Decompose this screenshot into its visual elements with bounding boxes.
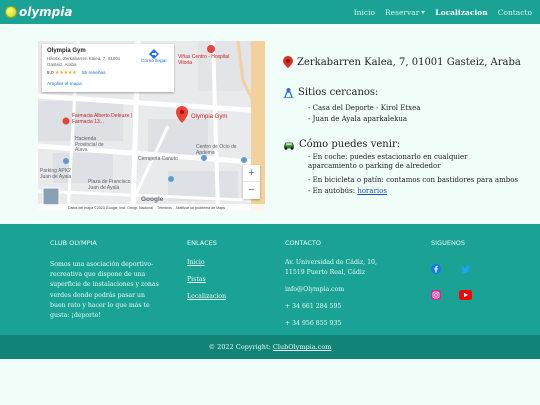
address-text: Zerkabarren Kalea, 7, 01001 Gasteiz, Ara… — [297, 56, 521, 68]
map-directions-label: Cómo llegar — [141, 59, 167, 64]
footer-social: SIGUENOS — [431, 239, 511, 319]
caret-down-icon — [421, 11, 426, 14]
map-terms-link[interactable]: Términos — [157, 206, 172, 210]
nearby-title: Sitios cercanos: — [298, 87, 379, 98]
footer-links: ENLACES Inicio Pistas Localizacion — [187, 239, 267, 329]
map-place-name: Olympia Gym — [47, 48, 86, 54]
copyright-text: © 2022 Copyright: — [208, 343, 271, 351]
map-place-address: Hiketxi, Zerkabarren Kalea, 7, 01001 Gas… — [47, 56, 121, 67]
how-bus-prefix: - En autobús: — [308, 187, 356, 195]
bus-schedule-link[interactable]: horarios — [357, 187, 387, 195]
map-label-villas: Viñas Centro - Hospital Vitoria — [178, 54, 230, 66]
instagram-icon[interactable] — [431, 290, 441, 300]
nav-link-localizacion[interactable]: Localizacion — [435, 8, 487, 17]
how-heading: Cómo puedes venir: — [283, 139, 400, 150]
map-label-pharmacy: Farmacia Alberto Deleuze | Farmacia 13..… — [72, 113, 133, 125]
nav-dropdown-reservar[interactable]: Reservar — [385, 7, 426, 17]
footer-contact-phone[interactable]: + 34 661 284 595 — [285, 303, 341, 310]
how-bus-text: - En autobús: horarios — [308, 187, 387, 196]
google-logo: Google — [141, 196, 164, 203]
map-zoom-controls: + − — [243, 165, 260, 199]
nav-link-contacto[interactable]: Contacto — [498, 8, 532, 17]
nearby-heading: Sitios cercanos: — [283, 87, 378, 98]
youtube-icon[interactable] — [459, 290, 472, 300]
footer-follow-title: SIGUENOS — [431, 239, 466, 247]
map-attribution: Datos del mapa ©2023 Google, Inst. Geogr… — [38, 204, 265, 211]
site-footer: CLUB OLYMPIA Somos una asociación deport… — [0, 224, 540, 335]
nearby-item: - Juan de Ayala aparkalekua — [308, 115, 408, 123]
footer-contact: CONTACTO Av. Universidad de Cádiz, 10, 1… — [285, 239, 395, 334]
copyright-bar: © 2022 Copyright: ClubOlympia.com — [0, 335, 540, 359]
copyright-link[interactable]: ClubOlympia.com — [273, 343, 332, 351]
map-reviews-link[interactable]: 55 reseñas — [82, 71, 106, 76]
car-icon — [284, 142, 294, 150]
map-label-plaza: Plaza de Francisco Juan de Ayala — [88, 179, 131, 191]
facebook-icon[interactable] — [431, 264, 441, 274]
footer-contact-title: CONTACTO — [285, 239, 321, 247]
map-label-ocio: Centro de Ocio de Apdema — [196, 144, 237, 156]
address-row: Zerkabarren Kalea, 7, 01001 Gasteiz, Ara… — [283, 56, 521, 68]
brand-logo[interactable]: olympia — [5, 4, 72, 20]
footer-about: CLUB OLYMPIA Somos una asociación deport… — [50, 239, 160, 321]
directions-icon — [149, 49, 159, 59]
footer-links-title: ENLACES — [187, 239, 217, 247]
footer-link-inicio[interactable]: Inicio — [187, 259, 205, 266]
map-directions-button[interactable]: Cómo llegar — [138, 49, 170, 64]
footer-contact-email[interactable]: info@Olympia.com — [285, 286, 344, 293]
nearby-item: - Casa del Deporte - Kirol Etxea — [308, 104, 421, 112]
brand-name: olympia — [19, 5, 73, 19]
zoom-out-button[interactable]: − — [243, 182, 260, 199]
footer-link-localizacion[interactable]: Localizacion — [187, 293, 226, 300]
map-label-cerrajeria: Cerrajería Canuto — [138, 156, 178, 162]
nav-links: Inicio Reservar Localizacion Contacto — [354, 0, 532, 24]
zoom-in-button[interactable]: + — [243, 165, 260, 182]
footer-club-title: CLUB OLYMPIA — [50, 239, 97, 247]
tennis-ball-icon — [5, 6, 17, 18]
map-label-parking: Parking APK2 Juan de Ayala — [40, 168, 72, 180]
person-pin-icon — [283, 88, 294, 98]
footer-link-pistas[interactable]: Pistas — [187, 276, 206, 283]
star-rating-icon: ★★★★★ — [55, 71, 77, 76]
map-report-link[interactable]: Notificar un problema de Maps — [176, 206, 225, 210]
map-data-credit: Datos del mapa ©2023 Google, Inst. Geogr… — [68, 205, 153, 210]
nav-link-inicio[interactable]: Inicio — [354, 8, 375, 17]
footer-contact-phone[interactable]: + 34 956 855 935 — [285, 320, 341, 327]
how-car-text: - En coche: puedes estacionarlo en cualq… — [308, 153, 468, 170]
how-title: Cómo puedes venir: — [299, 139, 401, 150]
map-place-rating: 5,0 ★★★★★ 55 reseñas — [47, 71, 106, 76]
nav-link-reservar-label: Reservar — [385, 7, 420, 17]
map-label-gym: Olympia Gym — [191, 114, 228, 120]
how-bike-text: - En bicicleta o patín: contamos con bas… — [308, 176, 519, 184]
map-enlarge-link[interactable]: Ampliar el mapa — [47, 82, 82, 87]
map-label-hacienda: Hacienda Provincial de Álava — [75, 136, 104, 153]
map-rating-value: 5,0 — [47, 71, 54, 76]
top-navbar: olympia Inicio Reservar Localizacion Con… — [0, 0, 540, 24]
footer-club-text: Somos una asociación deportivo-recreativ… — [50, 261, 159, 320]
map-place-card: Olympia Gym Hiketxi, Zerkabarren Kalea, … — [42, 44, 174, 92]
twitter-icon[interactable] — [461, 264, 471, 274]
map-pin-icon — [283, 56, 293, 68]
footer-contact-address: Av. Universidad de Cádiz, 10, 11519 Puer… — [285, 259, 377, 277]
